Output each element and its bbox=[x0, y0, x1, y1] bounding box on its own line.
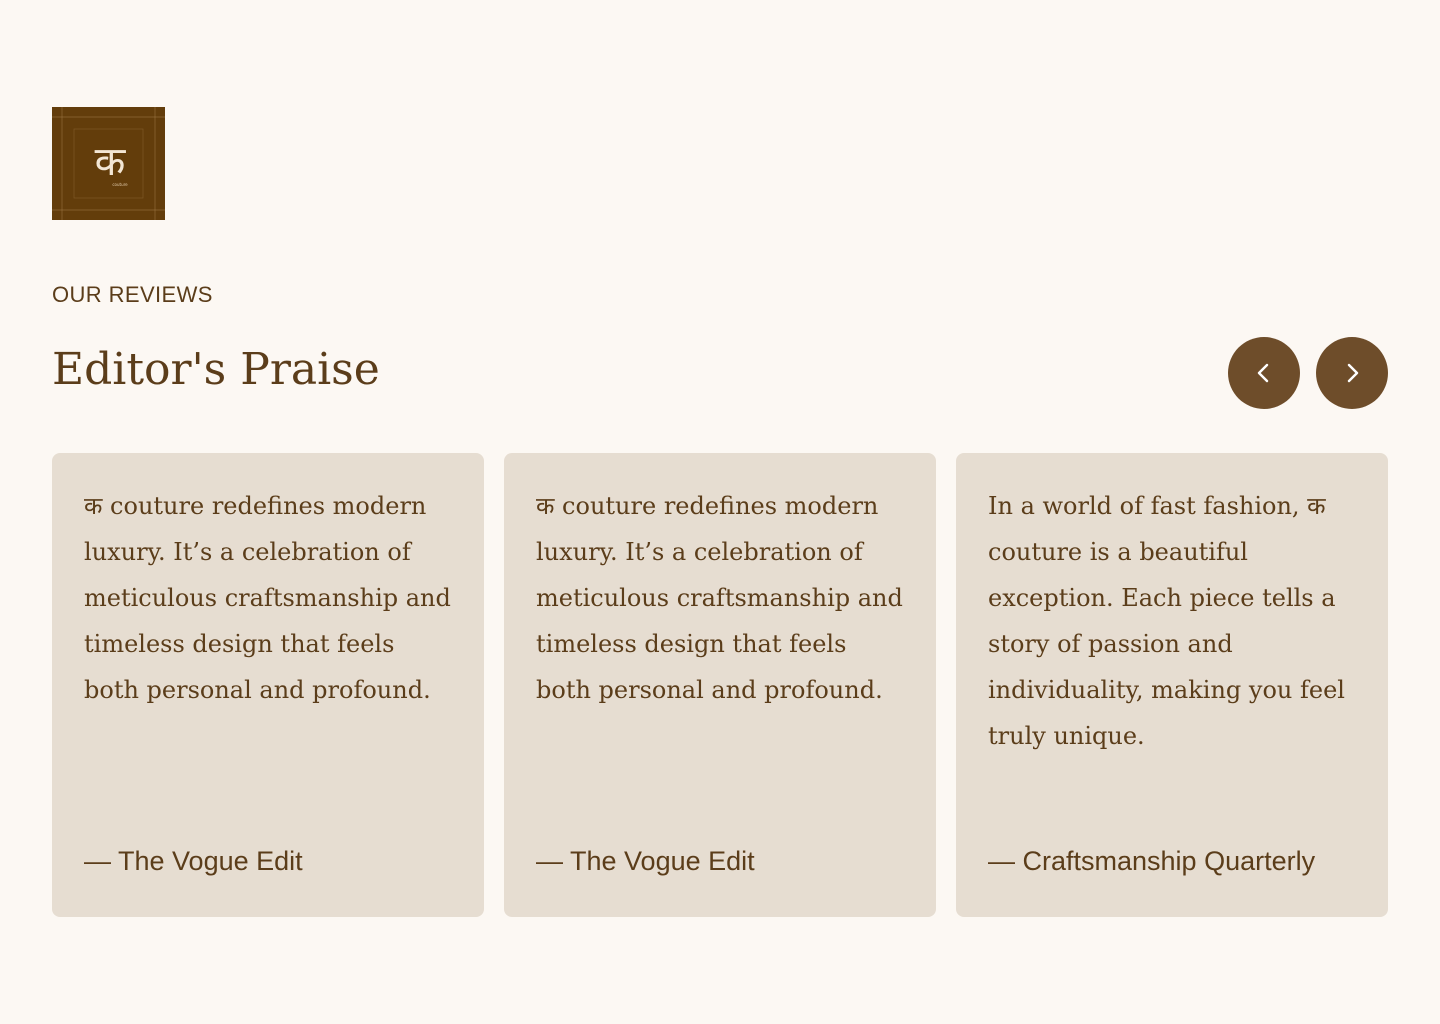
review-card: In a world of fast fashion, क couture is… bbox=[956, 453, 1388, 917]
review-source: — The Vogue Edit bbox=[84, 846, 303, 876]
chevron-left-icon bbox=[1257, 363, 1269, 383]
brand-logo[interactable]: क couture bbox=[52, 107, 165, 220]
page-title: Editor's Praise bbox=[52, 344, 380, 395]
review-card: क couture redefines modern luxury. It’s … bbox=[52, 453, 484, 917]
review-card: क couture redefines modern luxury. It’s … bbox=[504, 453, 936, 917]
previous-button[interactable] bbox=[1228, 337, 1300, 409]
section-eyebrow: OUR REVIEWS bbox=[52, 282, 213, 307]
logo-mark: क couture bbox=[52, 107, 165, 220]
review-quote: क couture redefines modern luxury. It’s … bbox=[536, 492, 903, 704]
chevron-right-icon bbox=[1347, 363, 1359, 383]
review-quote: In a world of fast fashion, क couture is… bbox=[988, 492, 1345, 750]
review-source: — The Vogue Edit bbox=[536, 846, 755, 876]
review-quote: क couture redefines modern luxury. It’s … bbox=[84, 492, 451, 704]
review-source: — Craftsmanship Quarterly bbox=[988, 846, 1316, 876]
logo-glyph: क bbox=[95, 139, 127, 185]
next-button[interactable] bbox=[1316, 337, 1388, 409]
logo-subtext: couture bbox=[112, 182, 128, 187]
